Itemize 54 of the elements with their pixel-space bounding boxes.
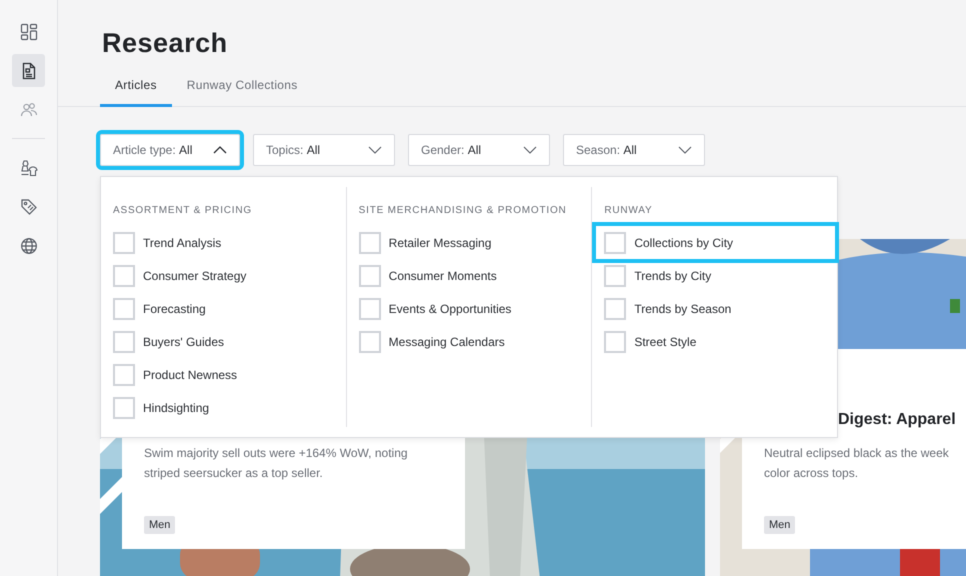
checkbox[interactable] xyxy=(113,298,135,320)
article-summary: color across tops. xyxy=(764,465,860,482)
checkbox-option[interactable]: Street Style xyxy=(604,325,826,358)
checkbox[interactable] xyxy=(358,232,381,254)
people-icon xyxy=(20,100,38,118)
checkbox-option[interactable]: Events & Opportunities xyxy=(358,292,580,325)
checkbox[interactable] xyxy=(113,264,135,286)
tab[interactable]: Runway Collections xyxy=(172,75,313,107)
checkbox-option[interactable]: Trends by City xyxy=(604,259,826,292)
checkbox-option[interactable]: Hindsighting xyxy=(113,391,334,424)
checkbox[interactable] xyxy=(113,232,135,254)
checkbox-option[interactable]: Forecasting xyxy=(113,292,334,325)
group-heading: RUNWAY xyxy=(604,205,654,216)
checkbox[interactable] xyxy=(604,264,626,286)
checkbox[interactable] xyxy=(358,298,381,320)
checkbox[interactable] xyxy=(604,330,626,352)
clothes-icon xyxy=(20,158,38,176)
checkbox[interactable] xyxy=(358,330,381,352)
sidebar-item[interactable] xyxy=(12,54,45,87)
checkbox[interactable] xyxy=(113,364,135,386)
checkbox-option[interactable]: Consumer Strategy xyxy=(113,259,334,292)
checkbox[interactable] xyxy=(113,330,135,352)
checkbox[interactable] xyxy=(358,264,381,286)
chevron-down-icon xyxy=(368,146,382,154)
checkbox-option[interactable]: Messaging Calendars xyxy=(358,325,580,358)
checkbox[interactable] xyxy=(113,396,135,418)
checkbox-option[interactable]: Trend Analysis xyxy=(113,226,334,259)
article-title[interactable]: Digest: Apparel xyxy=(838,411,966,429)
checkbox-option[interactable]: Collections by City xyxy=(596,226,836,259)
tab[interactable]: Articles xyxy=(100,75,172,107)
filter-dropdown[interactable]: Topics: All xyxy=(253,134,395,166)
checkbox-option[interactable]: Consumer Moments xyxy=(358,259,580,292)
checkbox-option[interactable]: Buyers' Guides xyxy=(113,325,334,358)
tag-label: Men xyxy=(144,516,176,534)
dashboard-icon xyxy=(20,22,38,40)
filter-dropdown[interactable]: Gender: All xyxy=(408,134,550,166)
checkbox[interactable] xyxy=(604,232,626,254)
page-title: Research xyxy=(102,28,229,59)
article-summary: Neutral eclipsed black as the week xyxy=(764,445,950,462)
chevron-down-icon xyxy=(523,146,537,154)
tag-label: Men xyxy=(764,516,796,534)
chevron-down-icon xyxy=(678,146,692,154)
article-summary: striped seersucker as a top seller. xyxy=(144,465,324,482)
checkbox-option[interactable]: Retailer Messaging xyxy=(358,226,580,259)
checkbox[interactable] xyxy=(604,298,626,320)
filter-dropdown[interactable]: Season: All xyxy=(563,134,705,166)
checkbox-option[interactable]: Trends by Season xyxy=(604,292,826,325)
chevron-up-icon xyxy=(213,146,227,154)
article-summary: Swim majority sell outs were +164% WoW, noting xyxy=(144,445,409,462)
group-heading: ASSORTMENT & PRICING xyxy=(113,205,253,216)
checkbox-option[interactable]: Product Newness xyxy=(113,358,334,391)
globe-icon xyxy=(20,236,38,254)
tag-icon xyxy=(20,198,38,216)
group-heading: SITE MERCHANDISING & PROMOTION xyxy=(358,205,568,216)
